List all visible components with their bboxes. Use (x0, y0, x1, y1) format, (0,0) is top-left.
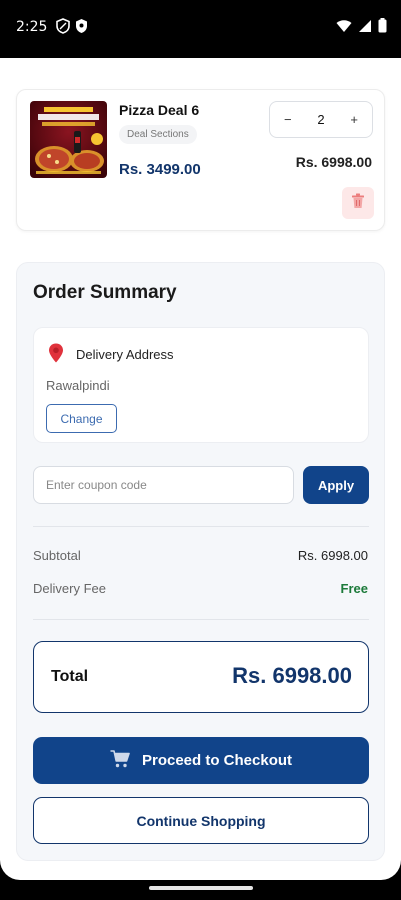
divider (33, 526, 369, 527)
quantity-value: 2 (317, 112, 325, 127)
status-right-icons (336, 18, 387, 38)
delivery-address-label: Delivery Address (76, 347, 174, 362)
subtotal-value: Rs. 6998.00 (297, 548, 368, 563)
product-unit-price: Rs. 3499.00 (119, 161, 201, 178)
change-address-button[interactable]: Change (46, 404, 117, 433)
delete-item-button[interactable] (342, 187, 374, 219)
cart-item-card: Pizza Deal 6 Deal Sections Rs. 3499.00 −… (16, 89, 385, 231)
order-summary-card: Order Summary Delivery Address Rawalpind… (16, 262, 385, 861)
cart-screen: Pizza Deal 6 Deal Sections Rs. 3499.00 −… (0, 58, 401, 880)
proceed-to-checkout-label: Proceed to Checkout (141, 752, 293, 769)
cart-icon (110, 749, 130, 772)
product-category-badge: Deal Sections (119, 125, 197, 144)
trash-icon (351, 193, 365, 214)
delivery-address-city: Rawalpindi (46, 378, 110, 393)
continue-shopping-button[interactable]: Continue Shopping (33, 797, 369, 844)
signal-icon (358, 19, 372, 38)
total-value: Rs. 6998.00 (232, 663, 352, 688)
order-summary-title: Order Summary (33, 282, 177, 303)
decrease-quantity-button[interactable]: − (284, 112, 292, 127)
delivery-fee-value: Free (340, 581, 368, 596)
proceed-to-checkout-button[interactable]: Proceed to Checkout (33, 737, 369, 784)
home-indicator[interactable] (149, 886, 253, 890)
status-bar: 2:25 (0, 0, 401, 58)
battery-icon (378, 18, 387, 38)
delivery-address-box: Delivery Address Rawalpindi Change (33, 327, 369, 443)
coupon-code-input[interactable] (33, 466, 294, 504)
subtotal-label: Subtotal (33, 548, 81, 563)
quantity-stepper: − 2 + (269, 101, 373, 138)
vpn-shield-icon (56, 18, 70, 39)
line-total-price: Rs. 6998.00 (295, 154, 372, 170)
apply-coupon-button[interactable]: Apply (303, 466, 369, 504)
total-label: Total (51, 668, 89, 685)
increase-quantity-button[interactable]: + (350, 112, 358, 127)
product-name: Pizza Deal 6 (119, 102, 200, 118)
status-time: 2:25 (16, 19, 48, 35)
wifi-icon (336, 19, 352, 38)
security-shield-icon (75, 18, 88, 39)
location-pin-icon (48, 343, 64, 368)
pizza-deal-image[interactable] (30, 101, 107, 178)
delivery-fee-label: Delivery Fee (33, 581, 106, 596)
divider (33, 619, 369, 620)
status-left-icons (56, 18, 88, 39)
total-box: Total Rs. 6998.00 (33, 641, 369, 713)
